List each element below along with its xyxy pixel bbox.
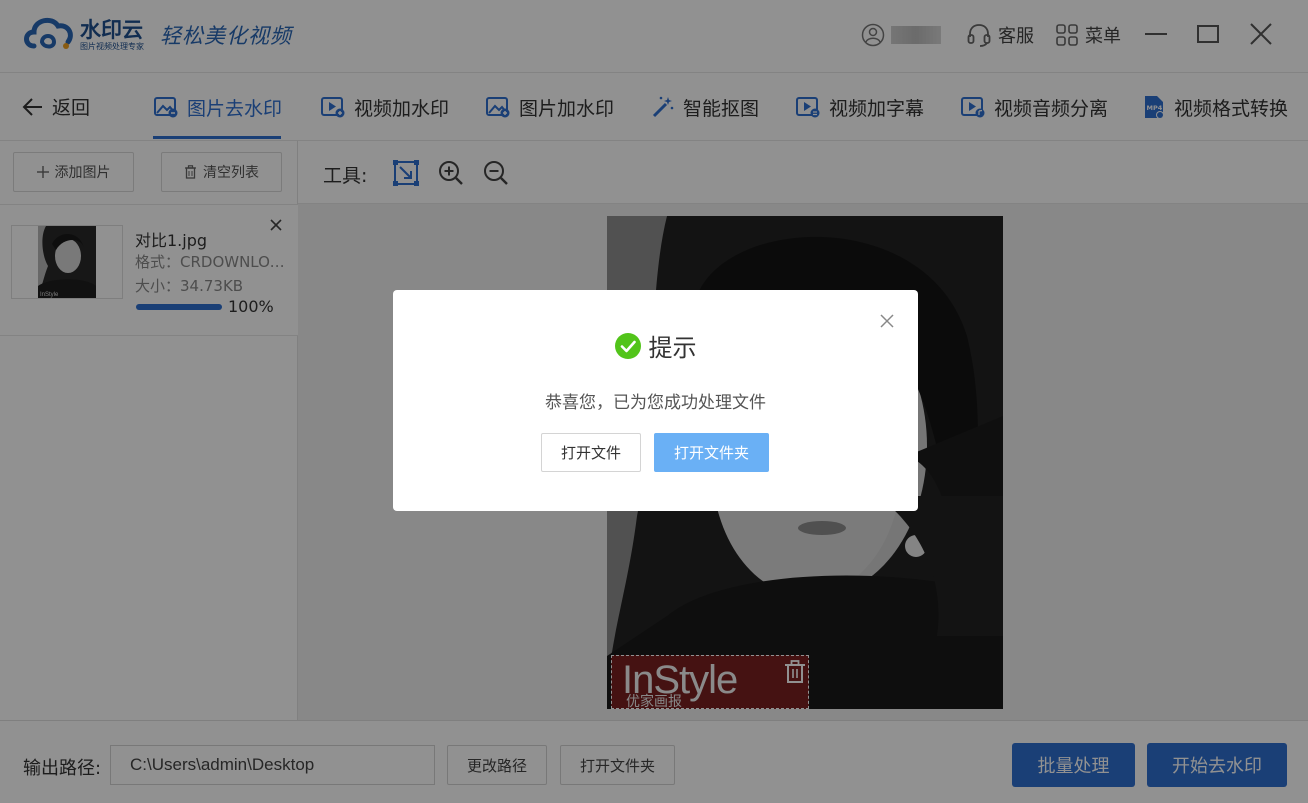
- dialog-message: 恭喜您，已为您成功处理文件: [545, 393, 766, 413]
- open-file-button[interactable]: 打开文件: [541, 433, 641, 472]
- dialog-title: 提示: [648, 334, 697, 362]
- app-window: 水印云 图片视频处理专家 轻松美化视频 客服 菜单 返回 图片去水印 视频加水印…: [0, 0, 1308, 803]
- success-dialog: 提示 恭喜您，已为您成功处理文件 打开文件 打开文件夹: [393, 290, 918, 511]
- success-check-icon: [614, 332, 641, 359]
- open-folder-button[interactable]: 打开文件夹: [654, 433, 769, 472]
- dialog-title-row: 提示: [393, 328, 918, 363]
- modal-overlay: 提示 恭喜您，已为您成功处理文件 打开文件 打开文件夹: [0, 0, 1308, 803]
- close-dialog-icon[interactable]: [879, 313, 895, 329]
